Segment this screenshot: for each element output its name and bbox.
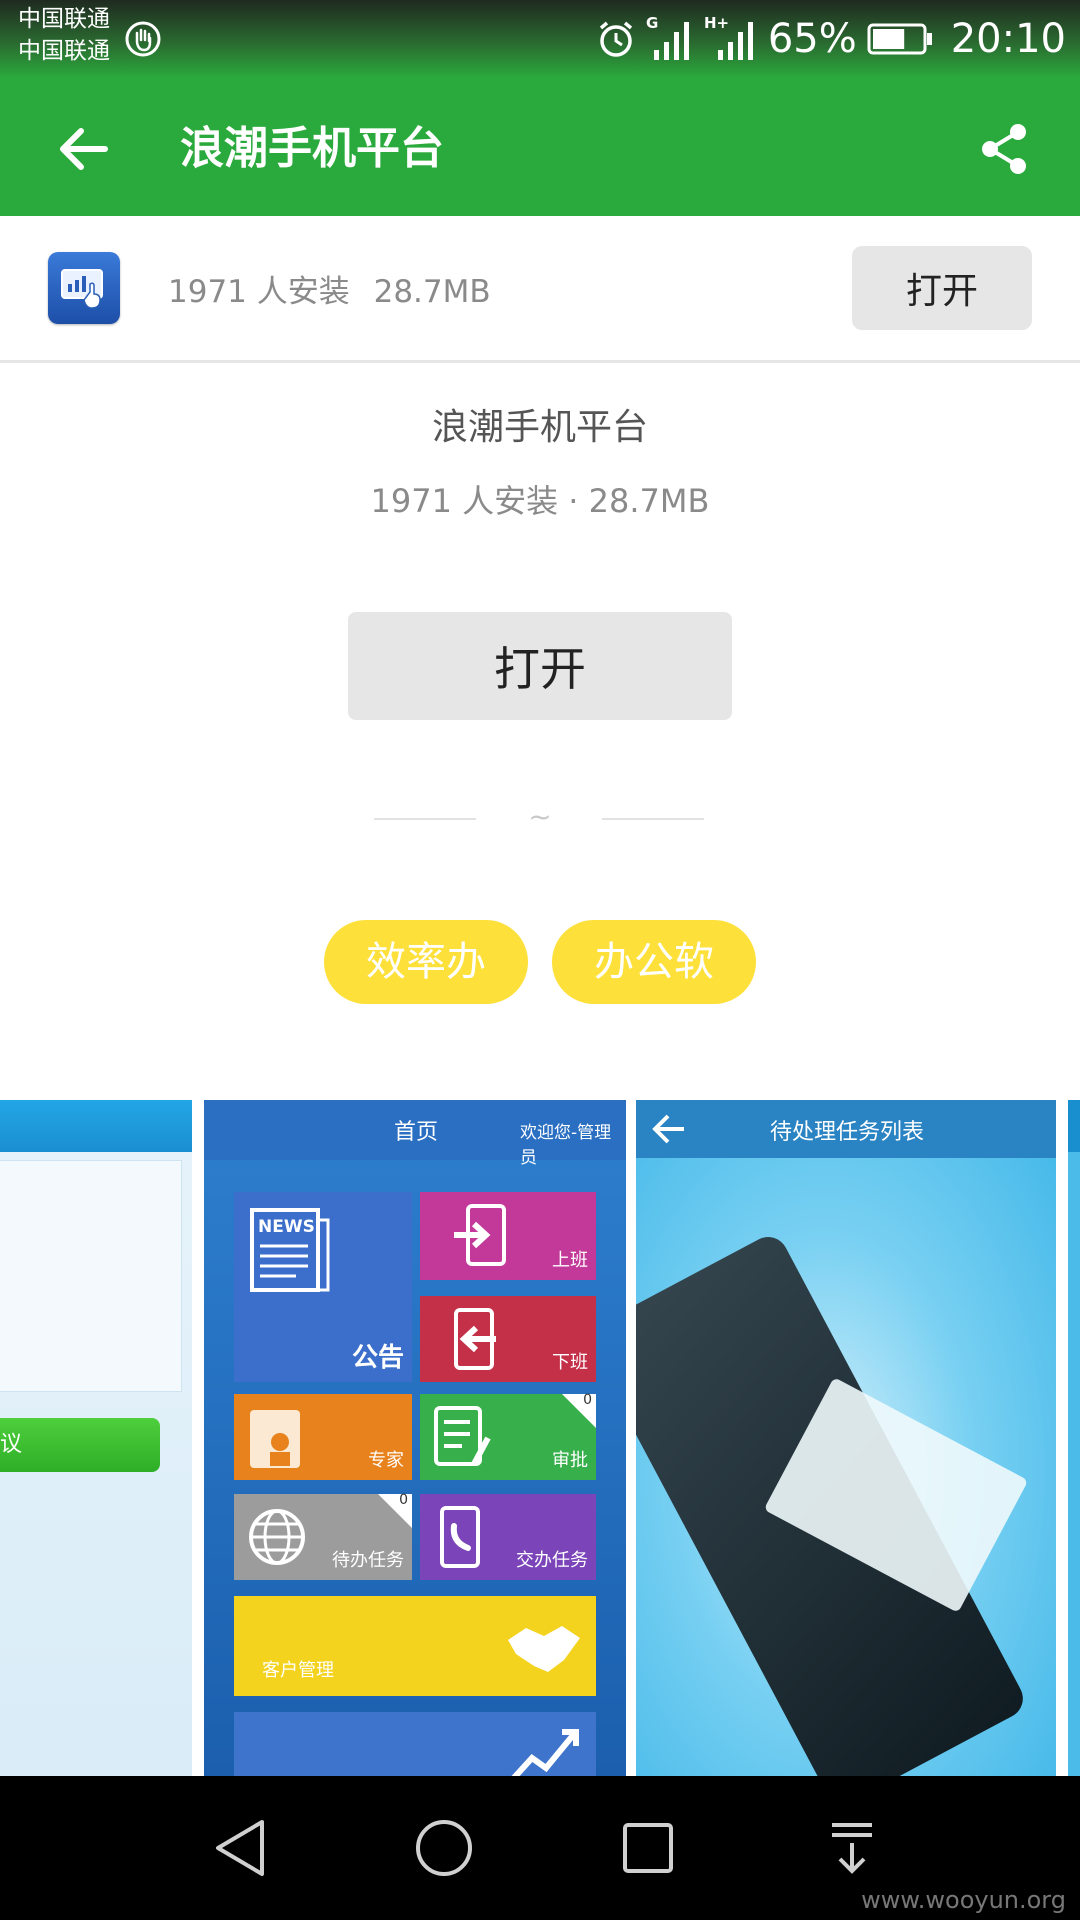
- tag-office-software[interactable]: 办公软件: [552, 920, 756, 1069]
- app-meta: 1971 人安装 · 28.7MB: [370, 482, 710, 520]
- nav-home-icon: [416, 1820, 472, 1876]
- app-icon: [48, 252, 120, 324]
- screenshot-3[interactable]: 待处理任务列表: [636, 1100, 1056, 1776]
- expert-book-icon: [250, 1410, 300, 1468]
- status-bar: 中国联通 中国联通 G H+ 65% 20:10: [0, 0, 1080, 78]
- nav-recents-icon: [623, 1823, 673, 1873]
- page-title: 浪潮手机平台: [180, 123, 444, 174]
- nav-back-icon: [216, 1820, 264, 1876]
- navigation-bar: www.wooyun.org: [0, 1776, 1080, 1920]
- screenshot-task-list-title: 待处理任务列表: [770, 1120, 925, 1145]
- signal-icon: G: [646, 14, 689, 60]
- login-icon: [454, 1204, 506, 1266]
- clock: 20:10: [950, 16, 1066, 62]
- todo-badge-count: 0: [399, 1492, 408, 1508]
- approval-badge-count: 0: [583, 1392, 592, 1408]
- tile-clock-out: 下班: [420, 1296, 596, 1382]
- handshake-icon: [508, 1626, 580, 1672]
- screenshot-carousel[interactable]: 议 首页 欢迎您-管理员 NEWS 公告 上班 下班 专家 0 审批 0 待办任…: [0, 1100, 1080, 1776]
- screenshot-header: 待处理任务列表: [636, 1100, 1056, 1158]
- app-title: 浪潮手机平台: [431, 407, 648, 448]
- tile-approval: 0 审批: [420, 1392, 596, 1480]
- app-size: 28.7MB: [373, 274, 491, 310]
- app-bar: 浪潮手机平台: [0, 78, 1080, 216]
- share-icon: [982, 124, 1026, 174]
- arrow-left-icon: [60, 128, 108, 170]
- carrier-2: 中国联通: [18, 38, 110, 64]
- tag-efficiency-office[interactable]: 效率办公: [324, 920, 528, 1069]
- checklist-icon: [434, 1406, 491, 1466]
- nav-recents-button[interactable]: [612, 1812, 684, 1884]
- back-button[interactable]: [48, 114, 118, 184]
- tile-report: [234, 1712, 596, 1776]
- divider-right: [602, 818, 704, 820]
- open-button[interactable]: 打开: [852, 246, 1032, 330]
- svg-text:NEWS: NEWS: [258, 1217, 315, 1237]
- tile-clock-in: 上班: [420, 1192, 596, 1280]
- screenshot-header: 首页 欢迎您-管理员: [204, 1100, 626, 1168]
- globe-icon: [249, 1509, 305, 1565]
- signal-icon: H+: [704, 14, 753, 60]
- open-app-button[interactable]: 打开: [348, 612, 732, 720]
- battery-icon: [867, 23, 932, 55]
- tablet-touch-icon: [61, 269, 103, 309]
- screenshot-welcome: 欢迎您-管理员: [520, 1123, 612, 1168]
- arrow-left-icon: [652, 1114, 684, 1144]
- share-button[interactable]: [970, 114, 1040, 184]
- install-info: 1971 人安装 28.7MB: [168, 266, 491, 311]
- app-summary-strip: 1971 人安装 28.7MB 打开: [0, 216, 1080, 363]
- screenshot-1[interactable]: 议: [0, 1100, 192, 1776]
- screenshot-green-button: 议: [0, 1418, 160, 1472]
- tile-announcement: NEWS 公告: [234, 1192, 412, 1382]
- tile-handover: 交办任务: [420, 1494, 596, 1580]
- logout-icon: [454, 1308, 496, 1370]
- nav-notification-button[interactable]: [816, 1812, 888, 1884]
- divider-left: [374, 818, 476, 820]
- tile-expert: 专家: [234, 1394, 412, 1480]
- screenshot-header: [0, 1100, 192, 1152]
- phone-task-icon: [440, 1506, 480, 1568]
- tile-todo: 0 待办任务: [234, 1492, 412, 1580]
- newspaper-icon: NEWS: [250, 1208, 330, 1292]
- svg-text:H+: H+: [704, 14, 729, 32]
- hand-icon: [125, 21, 161, 57]
- nav-home-button[interactable]: [408, 1812, 480, 1884]
- screenshot-4[interactable]: [1068, 1100, 1080, 1776]
- svg-text:G: G: [646, 14, 658, 32]
- screenshot-home-title: 首页: [394, 1120, 439, 1145]
- chart-up-icon: [511, 1729, 579, 1776]
- nav-back-button[interactable]: [204, 1812, 276, 1884]
- carrier-1: 中国联通: [18, 6, 110, 32]
- screenshot-card: [0, 1160, 182, 1392]
- nav-notification-icon: [832, 1823, 872, 1874]
- alarm-icon: [599, 21, 632, 57]
- tile-customer-management: 客户管理: [234, 1596, 596, 1696]
- battery-percent: 65%: [767, 16, 857, 62]
- screenshot-2[interactable]: 首页 欢迎您-管理员 NEWS 公告 上班 下班 专家 0 审批 0 待办任务 …: [204, 1100, 626, 1776]
- watermark: www.wooyun.org: [861, 1886, 1066, 1914]
- divider-symbol: ~: [528, 800, 552, 833]
- install-count: 1971 人安装: [168, 274, 350, 310]
